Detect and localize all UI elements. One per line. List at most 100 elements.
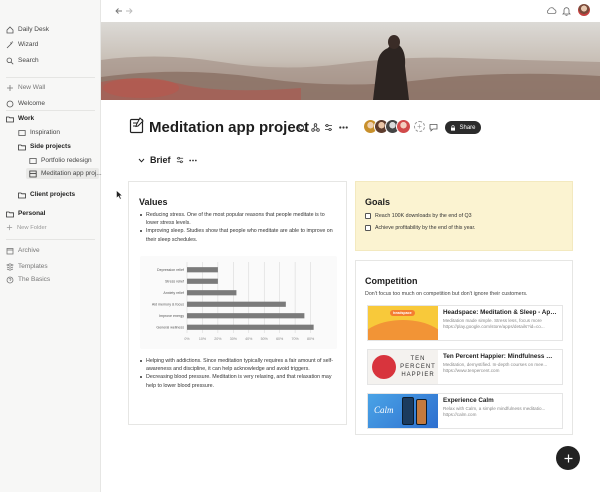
forward-arrow-icon[interactable]	[125, 7, 133, 15]
user-avatar[interactable]	[578, 4, 590, 16]
sidebar-item-label: Side projects	[30, 143, 71, 150]
checklist-item[interactable]: Achieve profitability by the end of this…	[365, 222, 475, 234]
cloud-sync-icon[interactable]	[546, 6, 557, 15]
cover-image	[101, 22, 600, 100]
checkbox[interactable]	[365, 225, 371, 231]
sidebar-divider	[6, 77, 95, 78]
cover-landscape-image	[101, 22, 600, 100]
category-label: Anxiety relief	[163, 291, 184, 295]
sidebar-item-portfolio-redesign[interactable]: Portfolio redesign	[29, 155, 92, 166]
link-thumbnail: headspace	[368, 306, 438, 340]
link-title: Ten Percent Happier: Mindfulness Me...	[443, 353, 557, 360]
link-description: Meditation made simple. Stress less, foc…	[443, 318, 542, 323]
bar-chart: 0% 10% 20% 30% 40% 50% 60% 70% 80% Depression rel…	[140, 256, 337, 349]
sidebar-item-label: Archive	[18, 247, 40, 254]
bar	[187, 267, 218, 273]
list-item: Helping with addictions. Since meditatio…	[139, 357, 336, 373]
back-arrow-icon[interactable]	[115, 7, 123, 15]
plus-icon	[6, 224, 13, 231]
sidebar-item-wizard[interactable]: Wizard	[6, 39, 38, 50]
list-item: Decreasing blood pressure. Meditation is…	[139, 373, 336, 389]
sidebar-item-templates[interactable]: Templates	[6, 261, 48, 272]
chevron-down-icon[interactable]	[138, 157, 145, 164]
x-tick-label: 50%	[261, 337, 269, 341]
share-button[interactable]: Share	[445, 121, 481, 134]
goals-card[interactable]: Goals Reach 100K downloads by the end of…	[355, 181, 573, 251]
sidebar-item-label: Wizard	[18, 41, 39, 48]
checklist-item-label: Reach 100K downloads by the end of Q3	[375, 213, 472, 219]
search-icon[interactable]	[298, 124, 306, 132]
category-label: Aid memory & focus	[152, 303, 184, 307]
share-network-icon[interactable]	[311, 123, 320, 132]
link-thumbnail: Calm	[368, 394, 438, 428]
collaborator-avatars[interactable]: +	[363, 119, 429, 135]
bell-icon[interactable]	[562, 6, 571, 16]
sidebar-item-label: Meditation app proj...	[41, 170, 102, 177]
settings-sliders-icon[interactable]	[176, 156, 184, 164]
bullet-list: Helping with addictions. Since meditatio…	[139, 357, 336, 390]
sidebar-item-label: Daily Desk	[18, 26, 50, 33]
bar	[187, 324, 314, 330]
x-tick-label: 60%	[276, 337, 284, 341]
link-thumbnail-text: headspace	[390, 310, 415, 316]
card-title: Competition	[365, 276, 418, 286]
link-card-calm[interactable]: Calm Experience Calm Relax with Calm, a …	[367, 393, 563, 429]
sidebar-item-label: Work	[18, 115, 35, 122]
bar-chart-svg: 0% 10% 20% 30% 40% 50% 60% 70% 80% Depression rel…	[152, 262, 315, 341]
sidebar-item-label: Templates	[18, 263, 48, 270]
checklist-item-label: Achieve profitability by the end of this…	[375, 225, 476, 231]
link-description: Relax with Calm, a simple mindfulness me…	[443, 406, 546, 411]
avatar	[396, 119, 411, 134]
app-window: Daily Desk Wizard Search New Wall Welcom…	[0, 0, 600, 492]
new-folder-button[interactable]: New Folder	[6, 222, 47, 233]
checklist-item[interactable]: Reach 100K downloads by the end of Q3	[365, 210, 475, 222]
link-card-ten-percent[interactable]: TEN PERCENT HAPPIER Ten Percent Happier:…	[367, 349, 563, 385]
sidebar-item-inspiration[interactable]: Inspiration	[18, 127, 60, 138]
comments-icon[interactable]	[429, 123, 438, 132]
link-card-headspace[interactable]: headspace Headspace: Meditation & Sleep …	[367, 305, 563, 341]
sidebar-item-the-basics[interactable]: The Basics	[6, 274, 50, 285]
link-title: Experience Calm	[443, 397, 494, 404]
new-wall-button[interactable]: New Wall	[6, 82, 45, 93]
page-title[interactable]: Meditation app project	[149, 119, 309, 136]
values-card[interactable]: Values Reducing stress. One of the most …	[128, 181, 347, 425]
sidebar-item-label: Search	[18, 57, 39, 64]
link-thumbnail-text: Calm	[374, 405, 394, 415]
archive-icon	[6, 247, 14, 254]
sidebar-item-personal[interactable]: Personal	[6, 208, 45, 219]
list-item: Improving sleep. Studies show that peopl…	[139, 227, 334, 243]
sidebar-item-work[interactable]: Work	[6, 113, 34, 124]
help-icon	[6, 276, 14, 283]
folder-icon	[6, 211, 14, 217]
more-options-icon[interactable]	[339, 126, 348, 129]
share-button-label: Share	[459, 124, 476, 131]
sidebar-item-label: New Folder	[17, 224, 47, 231]
wall-content: Meditation app project + Share Brief Val	[101, 100, 600, 492]
sidebar-item-welcome[interactable]: Welcome	[6, 98, 45, 109]
more-options-icon[interactable]	[188, 159, 197, 162]
sidebar-item-side-projects[interactable]: Side projects	[18, 141, 71, 152]
add-block-button[interactable]	[556, 446, 580, 470]
competition-card[interactable]: Competition Don't focus too much on comp…	[355, 260, 573, 435]
link-thumbnail: TEN PERCENT HAPPIER	[368, 350, 438, 384]
checkbox[interactable]	[365, 213, 371, 219]
sidebar-item-archive[interactable]: Archive	[6, 245, 40, 256]
section-title: Brief	[150, 155, 171, 165]
settings-sliders-icon[interactable]	[324, 123, 333, 132]
folder-icon	[6, 116, 14, 122]
add-collaborator-button[interactable]: +	[414, 121, 425, 132]
wand-icon	[6, 40, 14, 48]
sidebar-item-label: Personal	[18, 210, 46, 217]
x-tick-label: 70%	[292, 337, 300, 341]
section-header-brief[interactable]: Brief	[138, 155, 197, 165]
sidebar-item-meditation-app[interactable]: Meditation app proj...	[26, 168, 102, 179]
plus-icon	[564, 454, 572, 462]
card-title: Goals	[365, 197, 391, 207]
mouse-cursor	[116, 190, 123, 200]
category-label: Depression relief	[157, 268, 184, 272]
sidebar-item-daily-desk[interactable]: Daily Desk	[6, 24, 49, 35]
link-url: https://play.google.com/store/apps/detai…	[443, 324, 545, 329]
sidebar-item-search[interactable]: Search	[6, 55, 39, 66]
sidebar-item-client-projects[interactable]: Client projects	[18, 189, 75, 200]
link-thumbnail-text: TEN PERCENT HAPPIER	[400, 356, 436, 378]
